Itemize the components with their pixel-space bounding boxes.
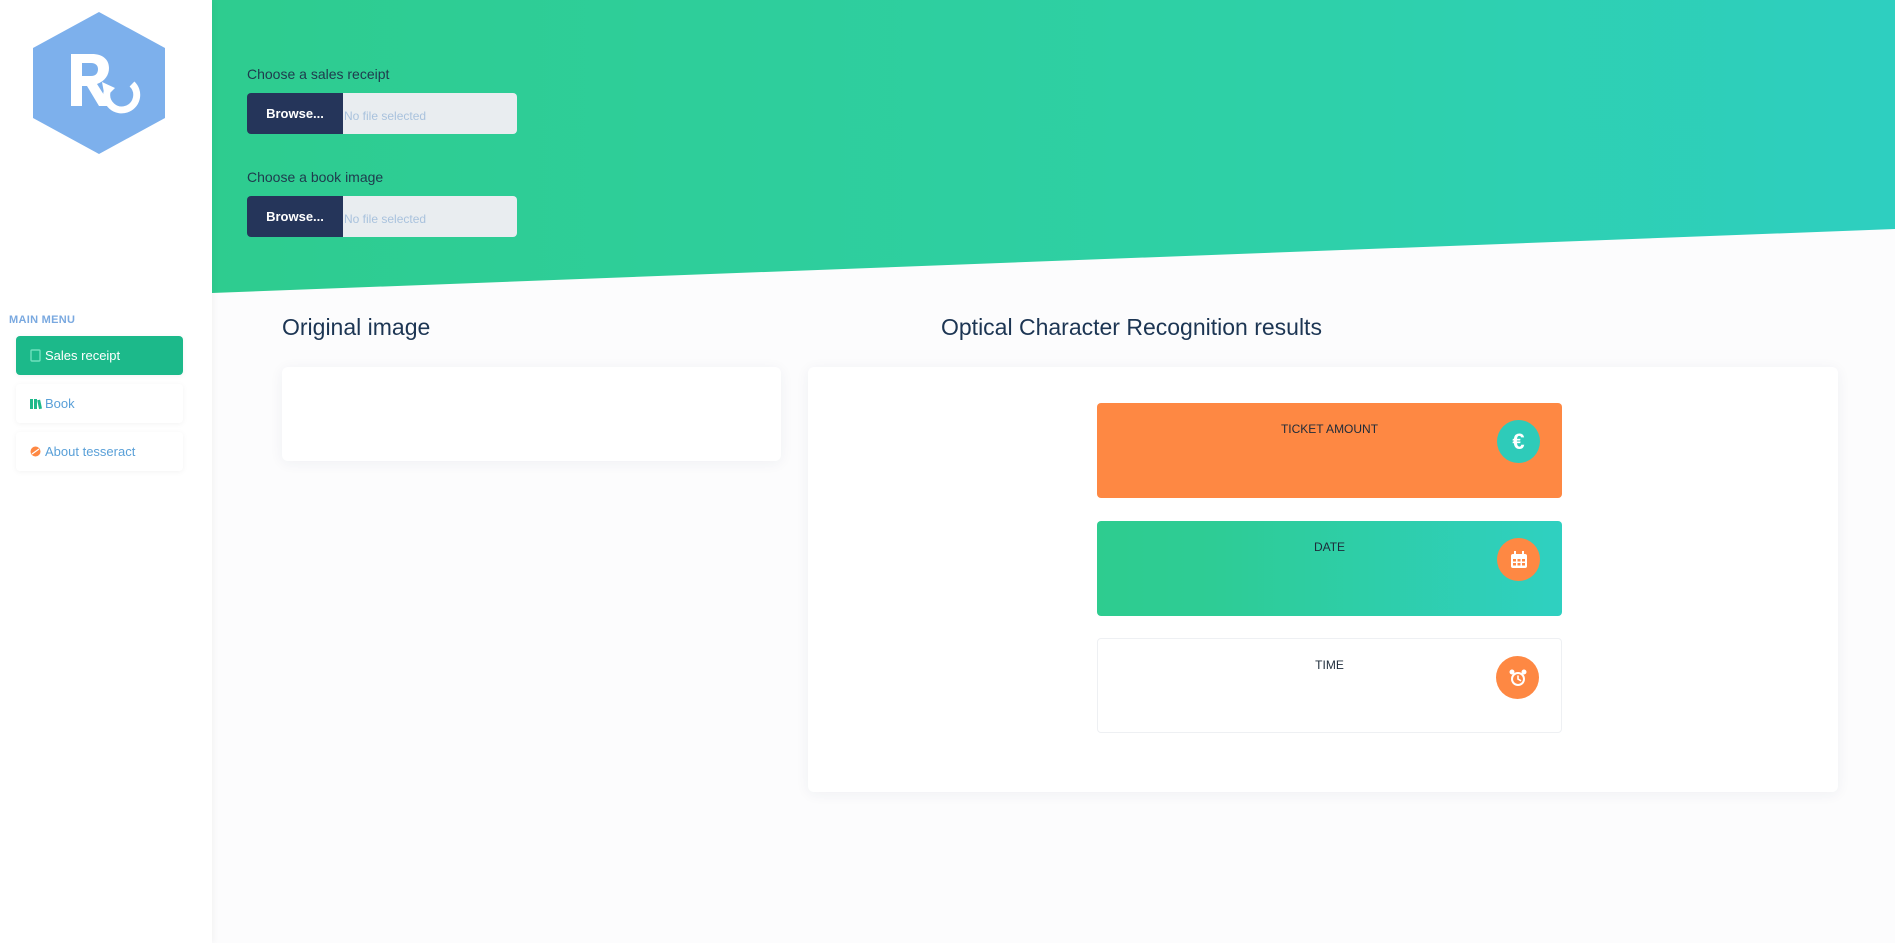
receipt-file-input[interactable]: Browse... No file selected — [247, 93, 517, 134]
book-file-name[interactable]: No file selected — [343, 196, 517, 237]
book-upload-label: Choose a book image — [247, 169, 384, 185]
receipt-file-name[interactable]: No file selected — [343, 93, 517, 134]
sidebar: MAIN MENU Sales receipt Book About tesse… — [0, 0, 212, 943]
time-label: TIME — [1315, 658, 1344, 672]
calendar-icon — [1497, 538, 1540, 581]
euro-icon: € — [1497, 420, 1540, 463]
time-card: TIME — [1097, 638, 1562, 733]
sidebar-item-label: Sales receipt — [45, 348, 121, 363]
hero-banner — [212, 0, 1895, 293]
alarm-clock-glyph — [1509, 669, 1526, 686]
ticket-amount-label: TICKET AMOUNT — [1280, 422, 1379, 436]
sidebar-item-about-tesseract[interactable]: About tesseract — [16, 432, 183, 471]
ocr-results-title: Optical Character Recognition results — [941, 314, 1322, 340]
ticket-amount-card: TICKET AMOUNT € — [1097, 403, 1562, 498]
date-label: DATE — [1313, 540, 1346, 554]
book-file-input[interactable]: Browse... No file selected — [247, 196, 517, 237]
sidebar-item-sales-receipt[interactable]: Sales receipt — [16, 336, 183, 375]
sidebar-item-label: Book — [45, 396, 75, 411]
calendar-glyph — [1510, 550, 1527, 568]
logo-hexagon-icon — [33, 12, 165, 154]
original-image-title: Original image — [282, 314, 431, 340]
books-icon — [30, 399, 42, 410]
receipt-icon — [30, 349, 41, 362]
app-logo[interactable] — [29, 10, 169, 156]
receipt-browse-button[interactable]: Browse... — [247, 93, 343, 134]
sidebar-item-book[interactable]: Book — [16, 384, 183, 423]
original-image-panel — [282, 367, 781, 461]
main-menu-title: MAIN MENU — [9, 314, 76, 326]
receipt-upload-label: Choose a sales receipt — [247, 66, 390, 82]
sidebar-item-label: About tesseract — [45, 444, 136, 459]
alarm-clock-icon — [1496, 656, 1539, 699]
satellite-icon — [30, 446, 41, 457]
date-card: DATE — [1097, 521, 1562, 616]
euro-symbol: € — [1512, 428, 1525, 454]
book-browse-button[interactable]: Browse... — [247, 196, 343, 237]
